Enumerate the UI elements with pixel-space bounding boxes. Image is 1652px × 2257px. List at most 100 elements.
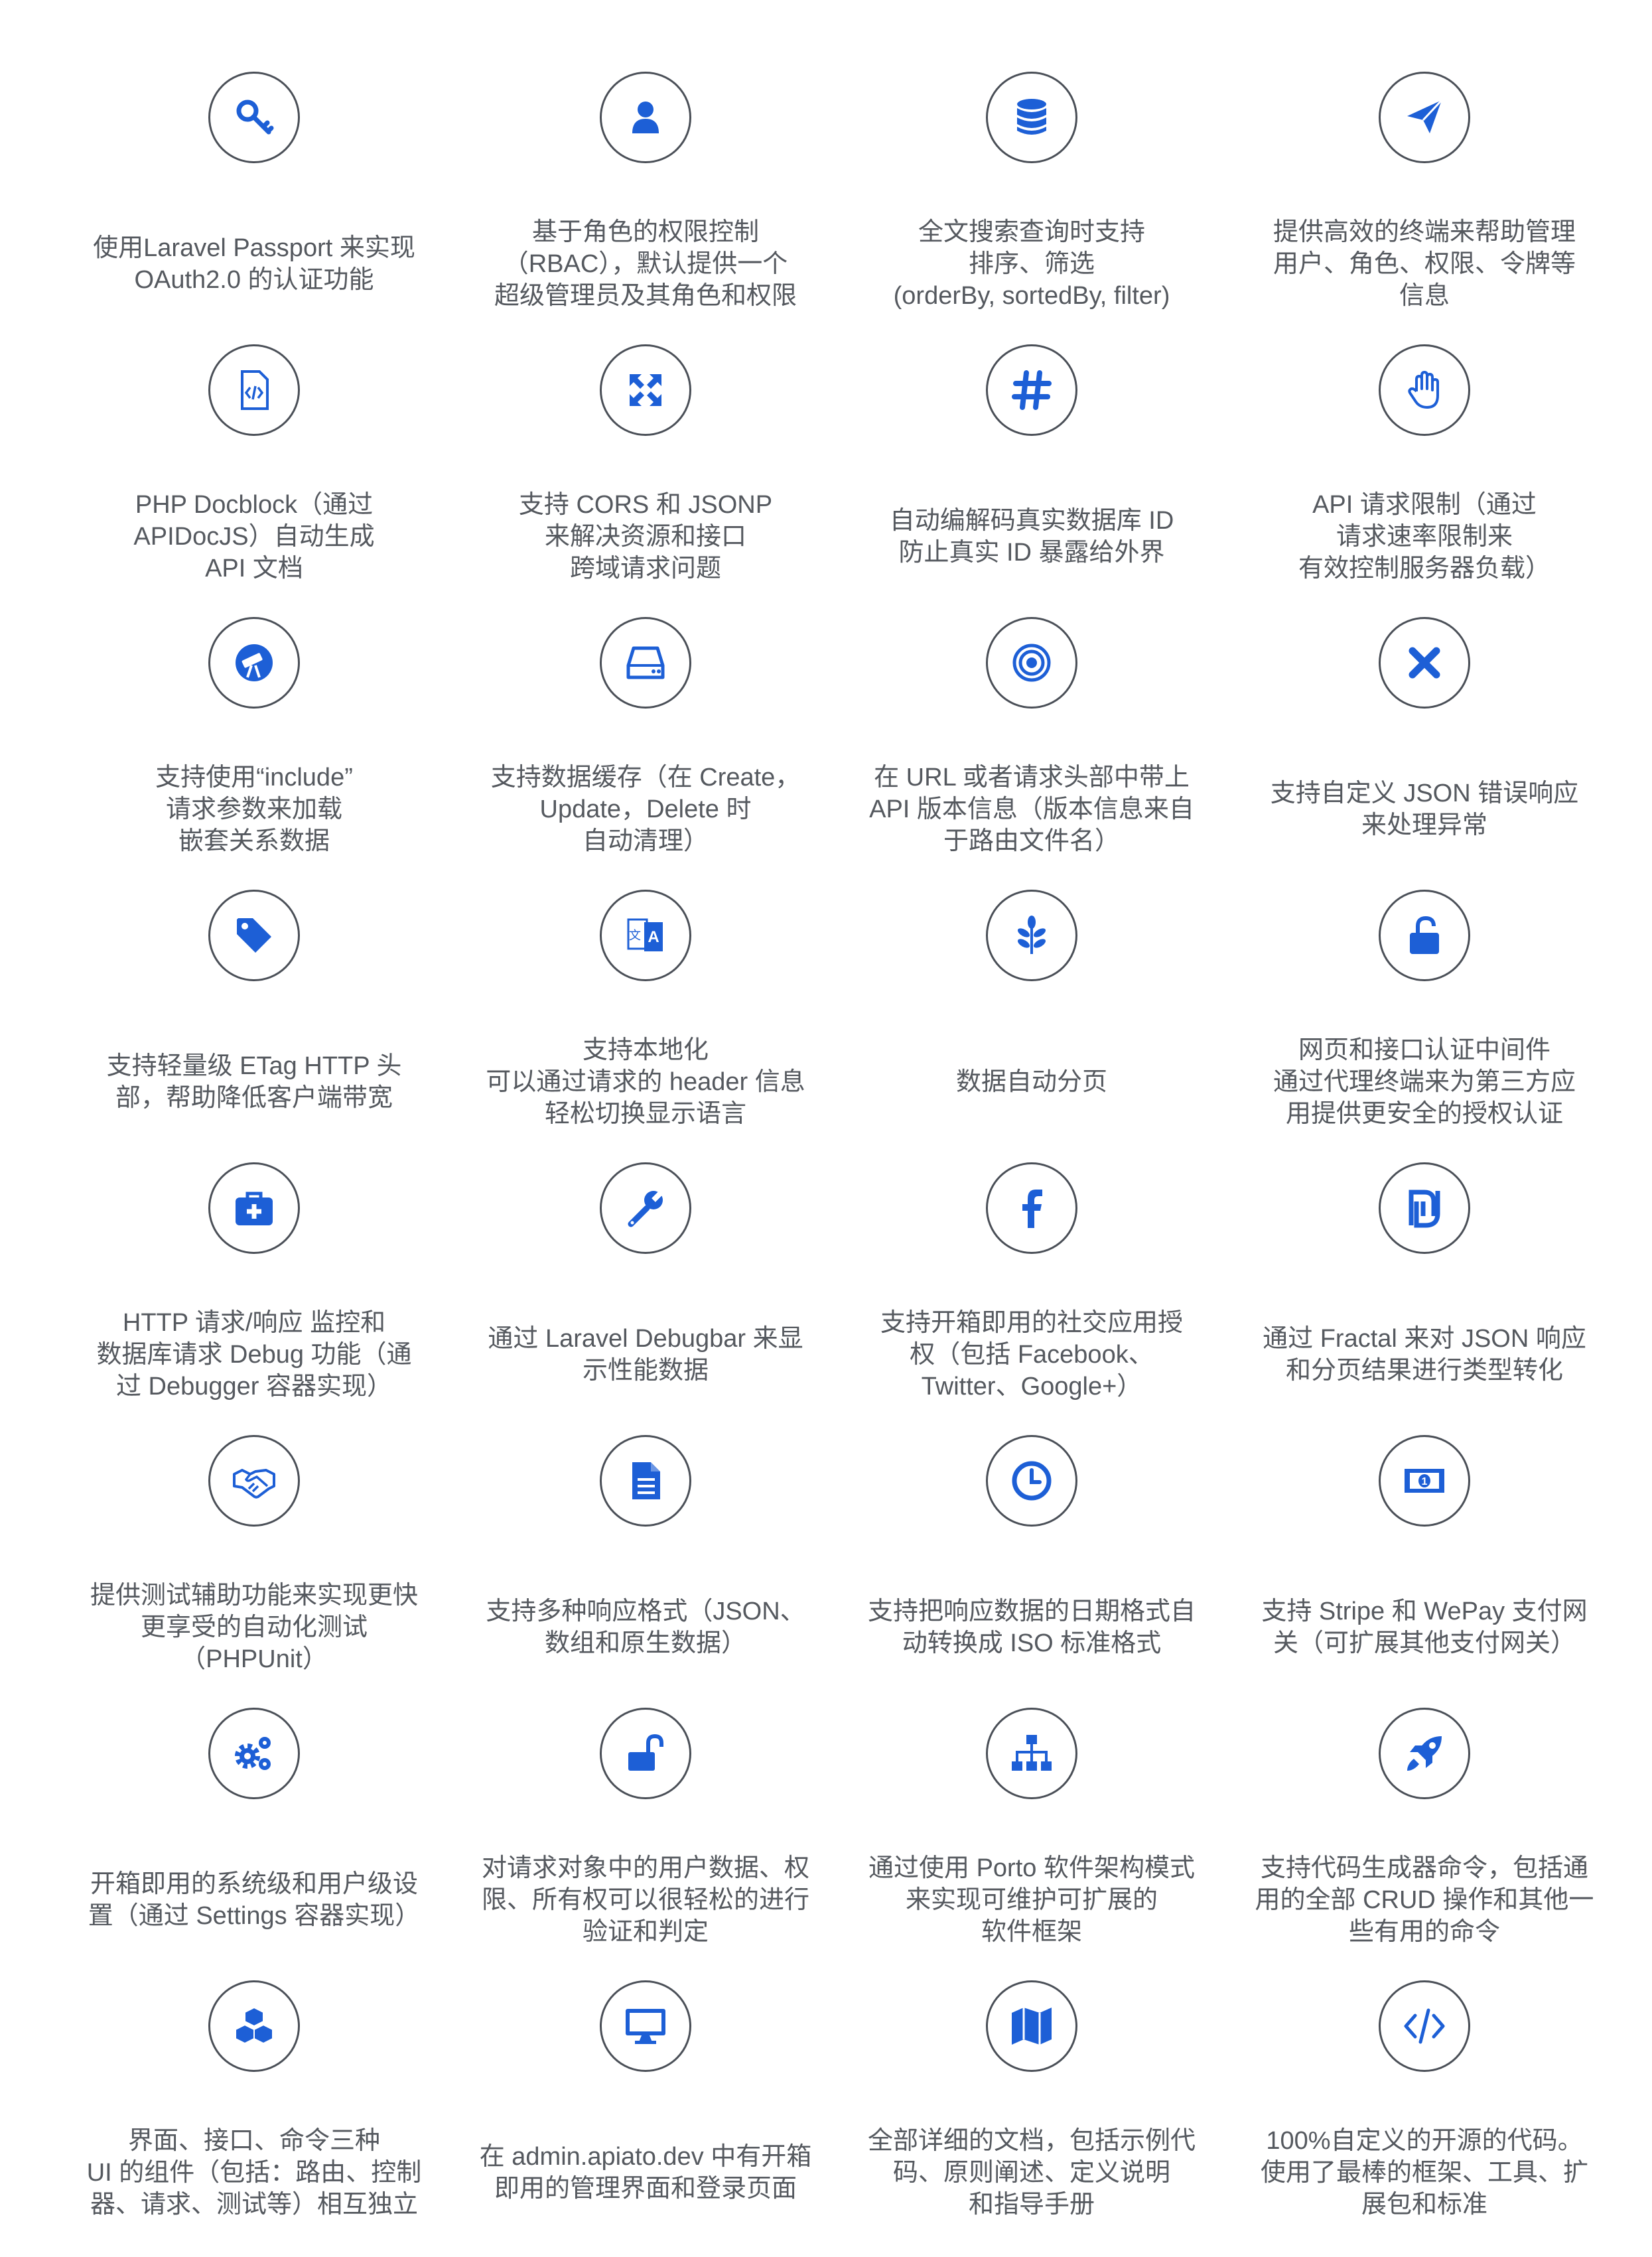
svg-text:1: 1 [1422, 1476, 1428, 1487]
money-icon: 1 [1379, 1435, 1470, 1527]
gears-icon [208, 1708, 300, 1799]
database-icon [986, 72, 1077, 163]
feature-item: 使用Laravel Passport 来实现 OAuth2.0 的认证功能 [68, 72, 440, 337]
code-icon [1379, 1980, 1470, 2072]
feature-item: 全文搜索查询时支持 排序、筛选 (orderBy, sortedBy, filt… [846, 72, 1217, 337]
feature-description: 对请求对象中的用户数据、权 限、所有权可以很轻松的进行 验证和判定 [481, 1854, 809, 1946]
handshake-icon [208, 1435, 300, 1527]
feature-item: 通过 Laravel Debugbar 来显 示性能数据 [460, 1162, 831, 1428]
open-lock-icon [600, 1708, 691, 1799]
telescope-icon [208, 617, 300, 709]
feature-description: 在 URL 或者请求头部中带上 API 版本信息（版本信息来自 于路由文件名） [869, 764, 1194, 855]
feature-description: 支持多种响应格式（JSON、 数组和原生数据） [486, 1598, 805, 1657]
feature-item: API 请求限制（通过 请求速率限制来 有效控制服务器负载） [1239, 344, 1610, 610]
cubes-icon [208, 1980, 300, 2072]
translate-icon: A文 [600, 890, 691, 981]
target-icon [986, 617, 1077, 709]
feature-item: 支持 CORS 和 JSONP 来解决资源和接口 跨域请求问题 [460, 344, 831, 610]
feature-description: 支持本地化 可以通过请求的 header 信息 轻松切换显示语言 [486, 1036, 805, 1128]
sitemap-icon [986, 1708, 1077, 1799]
feature-description: 提供高效的终端来帮助管理 用户、角色、权限、令牌等 信息 [1273, 218, 1576, 310]
feature-item: 支持多种响应格式（JSON、 数组和原生数据） [460, 1435, 831, 1700]
feature-description: 全部详细的文档，包括示例代 码、原则阐述、定义说明 和指导手册 [867, 2127, 1196, 2219]
feature-description: 数据自动分页 [955, 1068, 1107, 1096]
feature-item: 提供高效的终端来帮助管理 用户、角色、权限、令牌等 信息 [1239, 72, 1610, 337]
feature-item: 数据自动分页 [846, 890, 1217, 1155]
leaf-icon [986, 890, 1077, 981]
feature-description: 界面、接口、命令三种 UI 的组件（包括：路由、控制 器、请求、测试等）相互独立 [86, 2127, 422, 2219]
feature-description: 支持自定义 JSON 错误响应 来处理异常 [1270, 780, 1579, 839]
feature-description: 支持 CORS 和 JSONP 来解决资源和接口 跨域请求问题 [518, 491, 773, 582]
shekel-icon [1379, 1162, 1470, 1254]
feature-item: 支持使用“include” 请求参数来加载 嵌套关系数据 [68, 617, 440, 882]
feature-item: 支持数据缓存（在 Create， Update，Delete 时 自动清理） [460, 617, 831, 882]
feature-description: 100%自定义的开源的代码。 使用了最棒的框架、工具、扩 展包和标准 [1260, 2127, 1588, 2219]
svg-text:A: A [648, 928, 659, 946]
wrench-icon [600, 1162, 691, 1254]
feature-description: 支持把响应数据的日期格式自 动转换成 ISO 标准格式 [867, 1598, 1196, 1657]
expand-arrows-icon [600, 344, 691, 436]
feature-item: 支持开箱即用的社交应用授 权（包括 Facebook、 Twitter、Goog… [846, 1162, 1217, 1428]
feature-item: 基于角色的权限控制 （RBAC），默认提供一个 超级管理员及其角色和权限 [460, 72, 831, 337]
code-file-icon [208, 344, 300, 436]
feature-item: 通过使用 Porto 软件架构模式 来实现可维护可扩展的 软件框架 [846, 1708, 1217, 1973]
feature-description: 通过使用 Porto 软件架构模式 来实现可维护可扩展的 软件框架 [868, 1854, 1195, 1946]
feature-description: 支持开箱即用的社交应用授 权（包括 Facebook、 Twitter、Goog… [880, 1309, 1183, 1401]
feature-description: 支持使用“include” 请求参数来加载 嵌套关系数据 [155, 764, 353, 855]
feature-description: 支持轻量级 ETag HTTP 头 部，帮助降低客户端带宽 [106, 1052, 402, 1112]
feature-item: A 文支持本地化 可以通过请求的 header 信息 轻松切换显示语言 [460, 890, 831, 1155]
feature-item: 支持把响应数据的日期格式自 动转换成 ISO 标准格式 [846, 1435, 1217, 1700]
feature-item: 在 URL 或者请求头部中带上 API 版本信息（版本信息来自 于路由文件名） [846, 617, 1217, 882]
feature-item: 提供测试辅助功能来实现更快 更享受的自动化测试 （PHPUnit） [68, 1435, 440, 1700]
feature-item: 自动编解码真实数据库 ID 防止真实 ID 暴露给外界 [846, 344, 1217, 610]
feature-description: 支持数据缓存（在 Create， Update，Delete 时 自动清理） [490, 764, 801, 855]
feature-description: 在 admin.apiato.dev 中有开箱 即用的管理界面和登录页面 [479, 2143, 812, 2203]
feature-description: 通过 Fractal 来对 JSON 响应 和分页结果进行类型转化 [1263, 1325, 1586, 1385]
close-icon [1379, 617, 1470, 709]
feature-item: 对请求对象中的用户数据、权 限、所有权可以很轻松的进行 验证和判定 [460, 1708, 831, 1973]
feature-description: API 请求限制（通过 请求速率限制来 有效控制服务器负载） [1298, 491, 1550, 582]
feature-item: 100%自定义的开源的代码。 使用了最棒的框架、工具、扩 展包和标准 [1239, 1980, 1610, 2246]
feature-item: PHP Docblock（通过 APIDocJS）自动生成 API 文档 [68, 344, 440, 610]
feature-description: 通过 Laravel Debugbar 来显 示性能数据 [488, 1325, 803, 1385]
features-grid: 使用Laravel Passport 来实现 OAuth2.0 的认证功能 基于角… [0, 0, 1652, 2257]
feature-description: 使用Laravel Passport 来实现 OAuth2.0 的认证功能 [93, 234, 415, 294]
feature-item: 全部详细的文档，包括示例代 码、原则阐述、定义说明 和指导手册 [846, 1980, 1217, 2246]
feature-description: 开箱即用的系统级和用户级设 置（通过 Settings 容器实现） [88, 1870, 421, 1930]
document-icon [600, 1435, 691, 1527]
feature-description: 支持 Stripe 和 WePay 支付网 关（可扩展其他支付网关） [1261, 1598, 1588, 1657]
rocket-icon [1379, 1708, 1470, 1799]
clock-icon [986, 1435, 1077, 1527]
feature-description: 全文搜索查询时支持 排序、筛选 (orderBy, sortedBy, filt… [893, 218, 1170, 310]
tags-icon [208, 890, 300, 981]
facebook-icon [986, 1162, 1077, 1254]
user-icon [600, 72, 691, 163]
hard-drive-icon [600, 617, 691, 709]
map-icon [986, 1980, 1077, 2072]
feature-item: 支持代码生成器命令，包括通 用的全部 CRUD 操作和其他一 些有用的命令 [1239, 1708, 1610, 1973]
paper-plane-icon [1379, 72, 1470, 163]
feature-description: 支持代码生成器命令，包括通 用的全部 CRUD 操作和其他一 些有用的命令 [1255, 1854, 1594, 1946]
feature-item: 在 admin.apiato.dev 中有开箱 即用的管理界面和登录页面 [460, 1980, 831, 2246]
svg-text:文: 文 [629, 929, 641, 943]
feature-item: 网页和接口认证中间件 通过代理终端来为第三方应 用提供更安全的授权认证 [1239, 890, 1610, 1155]
key-icon [208, 72, 300, 163]
hashtag-icon [986, 344, 1077, 436]
feature-description: 网页和接口认证中间件 通过代理终端来为第三方应 用提供更安全的授权认证 [1273, 1036, 1576, 1128]
feature-item: 界面、接口、命令三种 UI 的组件（包括：路由、控制 器、请求、测试等）相互独立 [68, 1980, 440, 2246]
feature-item: HTTP 请求/响应 监控和 数据库请求 Debug 功能（通 过 Debugg… [68, 1162, 440, 1428]
feature-description: 自动编解码真实数据库 ID 防止真实 ID 暴露给外界 [889, 507, 1174, 567]
feature-description: PHP Docblock（通过 APIDocJS）自动生成 API 文档 [133, 491, 375, 582]
feature-description: HTTP 请求/响应 监控和 数据库请求 Debug 功能（通 过 Debugg… [96, 1309, 412, 1401]
hand-icon [1379, 344, 1470, 436]
feature-description: 基于角色的权限控制 （RBAC），默认提供一个 超级管理员及其角色和权限 [494, 218, 797, 310]
feature-item: 支持轻量级 ETag HTTP 头 部，帮助降低客户端带宽 [68, 890, 440, 1155]
feature-item: 支持自定义 JSON 错误响应 来处理异常 [1239, 617, 1610, 882]
medkit-icon [208, 1162, 300, 1254]
feature-item: 开箱即用的系统级和用户级设 置（通过 Settings 容器实现） [68, 1708, 440, 1973]
feature-description: 提供测试辅助功能来实现更快 更享受的自动化测试 （PHPUnit） [90, 1582, 418, 1673]
desktop-icon [600, 1980, 691, 2072]
unlock-icon [1379, 890, 1470, 981]
feature-item: 通过 Fractal 来对 JSON 响应 和分页结果进行类型转化 [1239, 1162, 1610, 1428]
feature-item: 1 支持 Stripe 和 WePay 支付网 关（可扩展其他支付网关） [1239, 1435, 1610, 1700]
